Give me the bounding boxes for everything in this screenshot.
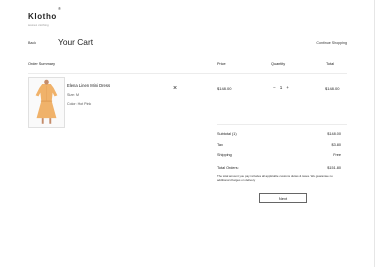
header-price: Price bbox=[217, 62, 226, 66]
shipping-value: Free bbox=[333, 153, 341, 157]
remove-item-icon[interactable]: × bbox=[173, 85, 177, 92]
header-quantity: Quantity bbox=[271, 62, 286, 66]
page-title: Your Cart bbox=[58, 37, 94, 47]
quantity-value: 1 bbox=[279, 85, 283, 90]
tax-label: Tax bbox=[217, 143, 223, 147]
total-orders-value: $151.80 bbox=[327, 166, 341, 170]
quantity-stepper: − 1 + bbox=[273, 85, 289, 90]
subtotal-label: Subtotal (1) bbox=[217, 132, 237, 136]
tax-value: $3.80 bbox=[331, 143, 341, 147]
total-orders-row: Total Orders: $151.80 bbox=[217, 166, 341, 170]
product-name[interactable]: Elena Linen Mini Dress bbox=[67, 83, 110, 88]
brand-registered-mark: ® bbox=[57, 6, 61, 11]
decrease-quantity-button[interactable]: − bbox=[273, 85, 276, 90]
increase-quantity-button[interactable]: + bbox=[286, 85, 289, 90]
subtotal-row: Subtotal (1) $148.00 bbox=[217, 132, 341, 136]
summary-divider bbox=[217, 124, 347, 125]
header-divider bbox=[28, 73, 347, 74]
back-link[interactable]: Back bbox=[28, 41, 36, 45]
brand-tagline: women clothing bbox=[28, 24, 49, 27]
product-image[interactable] bbox=[28, 77, 65, 128]
shipping-label: Shipping bbox=[217, 153, 232, 157]
next-button[interactable]: Next bbox=[259, 193, 307, 203]
continue-shopping-link[interactable]: Continue Shopping bbox=[316, 41, 347, 45]
tax-row: Tax $3.80 bbox=[217, 143, 341, 147]
header-order-summary: Order Summary bbox=[28, 62, 56, 66]
total-orders-label: Total Orders: bbox=[217, 166, 239, 170]
customs-note: The total amount you pay includes all ap… bbox=[217, 174, 333, 182]
dress-illustration bbox=[29, 78, 64, 127]
brand-name: Klotho bbox=[28, 12, 57, 21]
shipping-row: Shipping Free bbox=[217, 153, 341, 157]
brand-logo[interactable]: Klotho® women clothing bbox=[28, 6, 61, 27]
item-line-total: $148.00 bbox=[325, 86, 340, 91]
item-price: $148.00 bbox=[217, 86, 232, 91]
subtotal-value: $148.00 bbox=[327, 132, 341, 136]
product-size: Size: M bbox=[67, 93, 79, 97]
header-total: Total bbox=[326, 62, 335, 66]
product-color: Color: Hot Pink bbox=[67, 102, 92, 106]
